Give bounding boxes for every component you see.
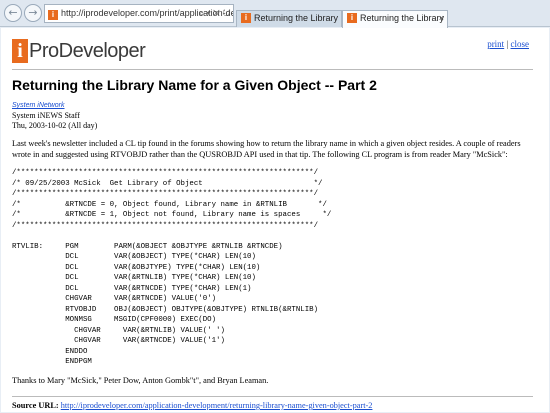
source-link[interactable]: http://iprodeveloper.com/application-dev… [61,401,373,410]
code-block: /***************************************… [12,169,332,366]
date: Thu, 2003-10-02 (All day) [12,121,98,130]
source-label: Source URL: [12,401,59,410]
tab-close-icon[interactable]: × [439,11,444,26]
tab-label: Returning the Library Nam... [254,13,341,23]
browser-chrome: ← → i http://iprodeveloper.com/print/appl… [0,0,550,28]
author: System iNEWS Staff [12,111,80,120]
header-divider [12,69,533,70]
intro-paragraph: Last week's newsletter included a CL tip… [12,139,521,159]
address-bar[interactable]: i http://iprodeveloper.com/print/applicat… [44,4,234,23]
network-link[interactable]: System iNetwork [12,102,65,109]
source-url: Source URL: http://iprodeveloper.com/app… [12,401,372,410]
article-meta: System iNetwork System iNEWS Staff Thu, … [12,100,97,131]
address-actions-icon[interactable]: ⌕ ▾ ✕ ↻ [199,5,230,22]
tab-active[interactable]: i Returning the Library Na... × [342,10,448,28]
tab-label: Returning the Library Na... [360,13,447,23]
print-link[interactable]: print [487,39,504,49]
tab-favicon-icon: i [347,13,357,23]
link-separator: | [506,39,509,49]
close-link[interactable]: close [511,39,530,49]
back-button[interactable]: ← [4,4,22,22]
forward-button[interactable]: → [24,4,42,22]
site-favicon-icon: i [48,10,58,20]
tab-favicon-icon: i [241,13,251,23]
page-content: i ProDeveloper print | close Returning t… [1,28,549,412]
footer-divider [12,396,533,397]
logo-name: ProDeveloper [29,39,146,62]
thanks-paragraph: Thanks to Mary "McSick," Peter Dow, Anto… [12,376,269,385]
tab-inactive[interactable]: i Returning the Library Nam... [236,10,342,27]
logo-mark: i [12,39,28,63]
page-title: Returning the Library Name for a Given O… [12,77,377,93]
site-logo: i ProDeveloper [12,39,146,63]
print-close-links: print | close [487,39,529,49]
